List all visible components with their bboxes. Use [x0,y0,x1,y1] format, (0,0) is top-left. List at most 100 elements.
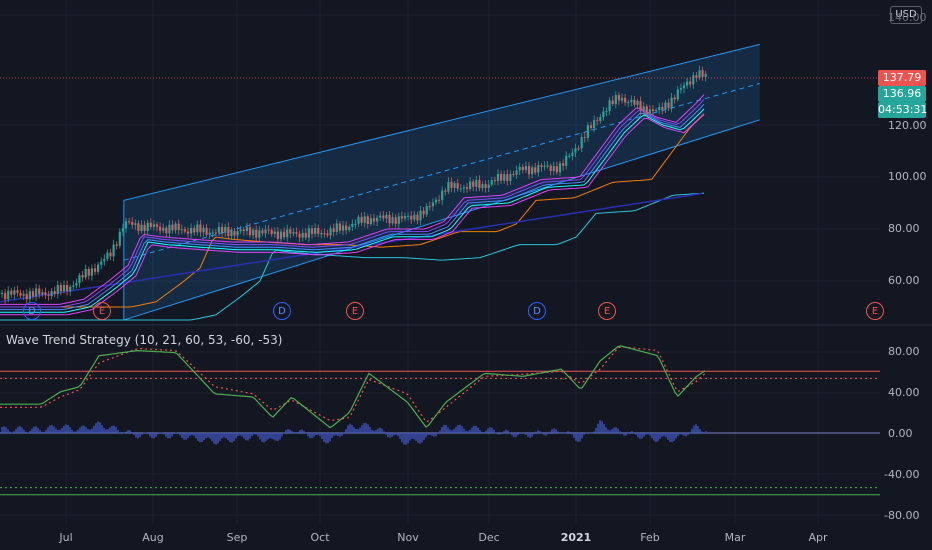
candle-body [31,291,35,297]
candle-body [221,226,224,233]
candle-body [441,190,444,201]
wave-trend-indicator [0,345,880,496]
candle-body [518,166,521,171]
wt2-line [0,346,706,423]
candle-body [366,216,369,225]
candle-body [434,199,438,203]
candle-body [66,285,69,292]
candle-body [360,216,363,223]
candle-body [608,100,611,111]
candle-body [301,232,304,238]
candle-body [490,180,493,185]
candle-body [376,217,379,222]
candle-body [103,258,106,262]
candle-body [128,221,131,223]
candle-body [577,148,580,150]
candle-body [38,288,41,295]
dividend-marker[interactable]: D [273,302,291,320]
candle-body [388,214,391,224]
candle-body [558,163,562,173]
candle-body [385,214,388,219]
candle-body [534,167,537,173]
candle-body [106,252,109,259]
ma-price-tag: 136.96 [878,86,926,102]
indicator-tick: -80.00 [884,509,920,522]
candle-body [642,106,645,111]
candle-body [230,230,233,237]
candle-body [382,215,385,219]
candle-body [276,231,279,239]
candle-body [236,231,239,236]
candle-body [701,70,704,77]
dividend-marker[interactable]: D [23,302,41,320]
candle-body [428,206,431,208]
candle-body [208,232,211,235]
candle-body [10,290,13,295]
candle-body [35,288,38,297]
candle-body [273,231,276,235]
candle-body [186,231,190,234]
candle-body [568,155,571,157]
earnings-marker[interactable]: E [866,302,884,320]
candle-body [329,228,332,236]
candle-body [670,97,673,108]
time-tick: Jul [59,531,73,544]
candle-body [682,85,686,89]
candle-body [521,166,524,171]
candle-body [673,97,676,100]
candle-body [611,100,614,105]
candle-body [13,290,16,295]
candle-body [478,179,481,189]
candle-body [692,75,695,85]
candle-body [503,174,506,181]
chart-canvas[interactable] [0,0,932,550]
earnings-marker[interactable]: E [598,302,616,320]
candle-body [177,223,180,231]
candle-body [450,181,453,188]
candle-body [323,233,326,235]
earnings-marker[interactable]: E [93,302,111,320]
candle-body [109,252,112,257]
candle-body [295,232,298,234]
candle-body [658,106,661,110]
price-tick: 100.00 [888,170,927,183]
candle-body [580,137,583,149]
candle-body [84,269,87,278]
candle-body [292,232,295,234]
candle-body [636,101,639,105]
candle-body [165,227,168,234]
candle-body [115,244,118,246]
candle-body [87,269,90,276]
wt1-line [0,345,706,429]
candle-body [397,216,400,224]
candle-body [100,261,103,265]
dividend-marker[interactable]: D [528,302,546,320]
candle-body [351,223,354,227]
time-tick: Oct [310,531,330,544]
candle-body [320,233,323,235]
candle-body [630,99,633,103]
candle-body [143,224,146,232]
candle-body [679,88,682,90]
candle-body [338,223,341,231]
candle-body [695,75,698,78]
candle-body [583,137,586,139]
candle-body [422,210,425,215]
time-tick-year: 2021 [560,531,592,544]
candle-body [481,184,484,189]
candle-body [425,206,428,215]
candle-body [41,292,44,295]
candle-body [310,228,314,234]
candle-body [78,275,81,283]
candle-body [487,184,490,188]
candle-body [546,165,549,167]
candle-body [72,285,75,287]
candle-body [639,101,642,111]
candle-body [307,228,310,238]
candle-body [270,229,273,235]
earnings-marker[interactable]: E [346,302,364,320]
candle-body [537,165,540,173]
indicator-title[interactable]: Wave Trend Strategy (10, 21, 60, 53, -60… [6,333,282,347]
candle-body [44,292,47,295]
candle-body [602,111,605,118]
